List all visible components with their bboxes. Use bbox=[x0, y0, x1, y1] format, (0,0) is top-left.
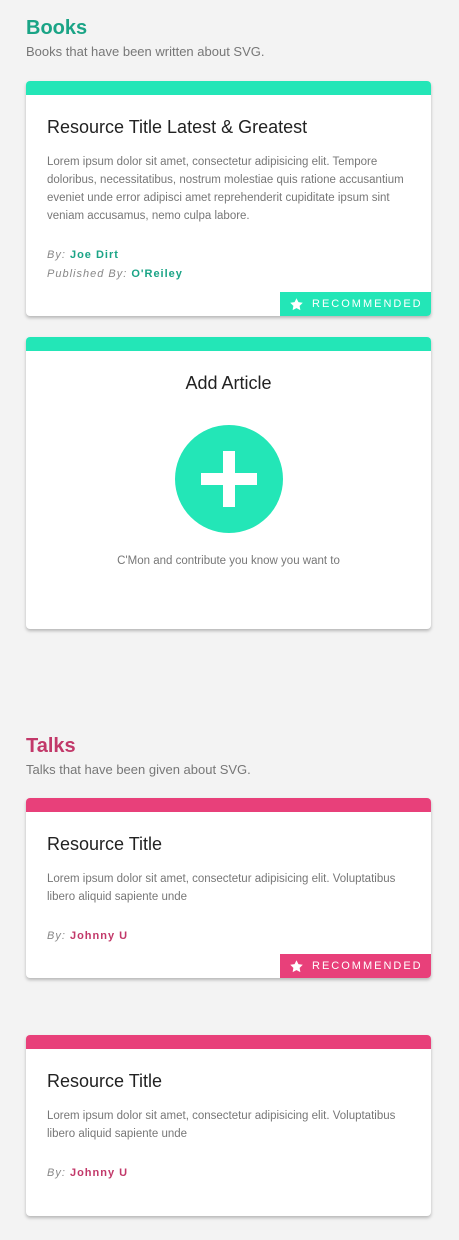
recommended-badge: RECOMMENDED bbox=[280, 292, 431, 316]
recommended-badge: RECOMMENDED bbox=[280, 954, 431, 978]
plus-icon-vertical bbox=[222, 451, 235, 507]
card-accent-bar bbox=[26, 1035, 431, 1049]
card-title[interactable]: Resource Title Latest & Greatest bbox=[47, 115, 410, 139]
book-card[interactable]: Resource Title Latest & Greatest Lorem i… bbox=[26, 81, 431, 316]
card-accent-bar bbox=[26, 81, 431, 95]
author-link[interactable]: Johnny U bbox=[70, 1167, 128, 1179]
card-title[interactable]: Resource Title bbox=[47, 832, 410, 856]
add-article-text: C'Mon and contribute you know you want t… bbox=[117, 555, 340, 567]
author-link[interactable]: Johnny U bbox=[70, 930, 128, 942]
card-description: Lorem ipsum dolor sit amet, consectetur … bbox=[47, 156, 404, 222]
badge-label: RECOMMENDED bbox=[312, 960, 423, 972]
talk-card[interactable]: Resource Title Lorem ipsum dolor sit ame… bbox=[26, 1035, 431, 1216]
card-accent-bar bbox=[26, 337, 431, 351]
card-meta: By: Joe Dirt Published By: O'Reiley bbox=[47, 246, 410, 284]
author-line: By: Johnny U bbox=[47, 1164, 410, 1183]
card-accent-bar bbox=[26, 798, 431, 812]
author-label: By: bbox=[47, 249, 66, 261]
card-title[interactable]: Resource Title bbox=[47, 1069, 410, 1093]
card-description: Lorem ipsum dolor sit amet, consectetur … bbox=[47, 873, 396, 903]
books-section-title: Books bbox=[26, 17, 88, 39]
author-line: By: Johnny U bbox=[47, 927, 410, 946]
badge-label: RECOMMENDED bbox=[312, 298, 423, 310]
author-link[interactable]: Joe Dirt bbox=[70, 249, 119, 261]
publisher-line: Published By: O'Reiley bbox=[47, 265, 410, 284]
talks-section-header: Talks Talks that have been given about S… bbox=[26, 734, 431, 778]
author-line: By: Joe Dirt bbox=[47, 246, 410, 265]
publisher-label: Published By: bbox=[47, 268, 128, 280]
talks-section-title: Talks bbox=[26, 735, 76, 757]
books-section-subtitle: Books that have been written about SVG. bbox=[26, 44, 265, 59]
add-article-button[interactable] bbox=[174, 425, 283, 533]
talk-card[interactable]: Resource Title Lorem ipsum dolor sit ame… bbox=[26, 798, 431, 978]
star-icon bbox=[290, 959, 303, 972]
publisher-link[interactable]: O'Reiley bbox=[131, 268, 183, 280]
card-meta: By: Johnny U bbox=[47, 1164, 410, 1183]
add-article-card[interactable]: Add Article C'Mon and contribute you kno… bbox=[26, 337, 431, 629]
card-description: Lorem ipsum dolor sit amet, consectetur … bbox=[47, 1110, 396, 1140]
talks-section-subtitle: Talks that have been given about SVG. bbox=[26, 762, 251, 777]
author-label: By: bbox=[47, 930, 66, 942]
author-label: By: bbox=[47, 1167, 66, 1179]
add-article-title: Add Article bbox=[185, 373, 272, 393]
card-meta: By: Johnny U bbox=[47, 927, 410, 946]
books-section-header: Books Books that have been written about… bbox=[26, 16, 431, 60]
star-icon bbox=[290, 297, 303, 310]
